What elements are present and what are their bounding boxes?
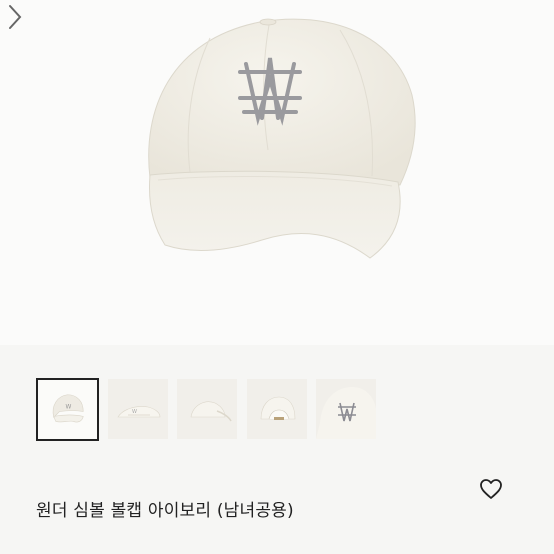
thumbnail-image xyxy=(260,396,296,420)
thumbnail-image: W xyxy=(52,394,84,423)
cap-illustration xyxy=(148,18,416,259)
heart-outline-icon[interactable] xyxy=(478,476,504,502)
thumbnail-3[interactable] xyxy=(177,379,237,439)
thumbnail-image xyxy=(316,387,376,439)
product-main-image[interactable] xyxy=(0,0,554,345)
chevron-right-icon[interactable] xyxy=(0,0,30,34)
product-title: 원더 심볼 볼캡 아이보리 (남녀공용) xyxy=(36,501,294,521)
thumbnail-strip: W W xyxy=(0,372,554,446)
svg-text:W: W xyxy=(132,409,137,415)
thumbnail-image xyxy=(190,401,232,422)
thumbnail-5[interactable] xyxy=(316,379,376,439)
thumbnail-image: W xyxy=(117,406,161,418)
svg-text:W: W xyxy=(66,405,72,411)
thumbnail-4[interactable] xyxy=(247,379,307,439)
thumbnail-1[interactable]: W xyxy=(36,378,99,441)
thumbnail-2[interactable]: W xyxy=(108,379,168,439)
